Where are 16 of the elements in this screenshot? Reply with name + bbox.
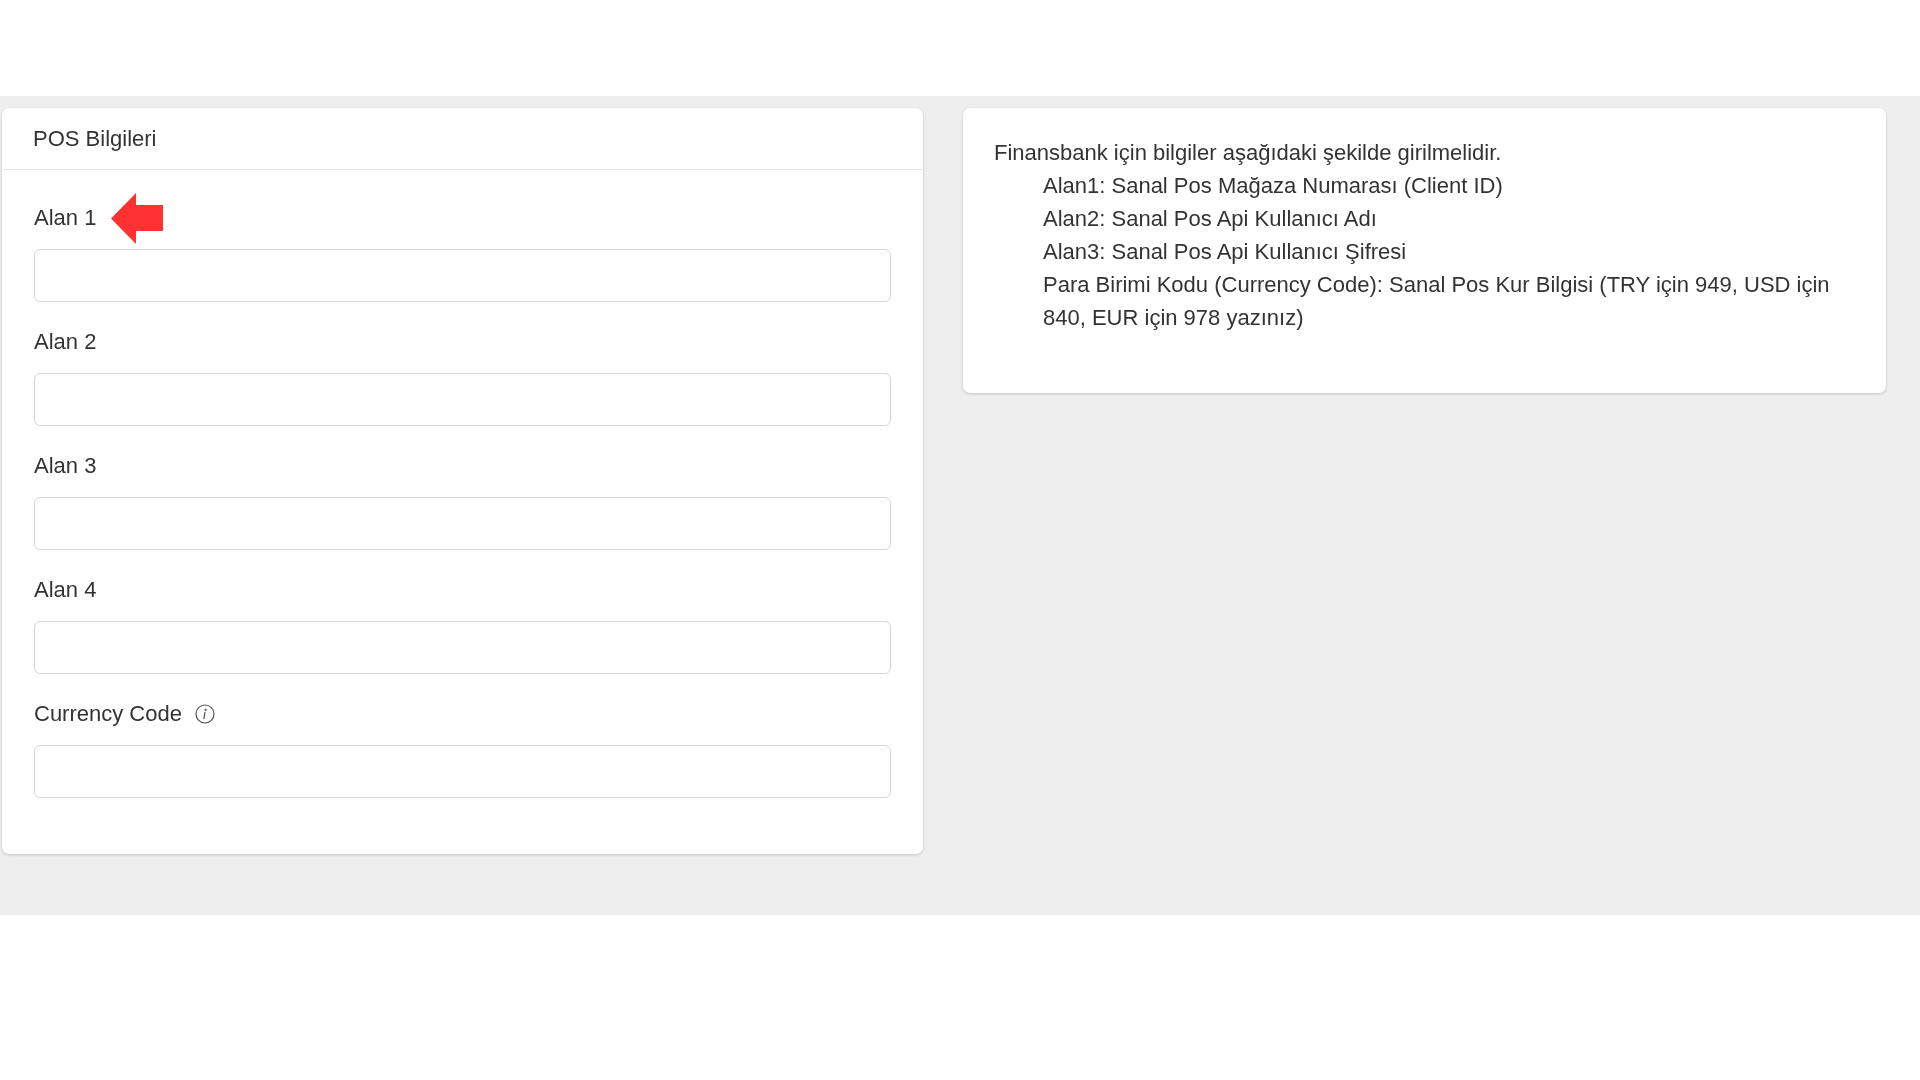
text-field[interactable] [34,497,891,550]
text-field[interactable] [34,373,891,426]
instruction-text: Finansbank için bilgiler aşağıdaki şekilde girilmelidir. [994,139,1503,167]
field-label: Alan 4 [34,578,97,602]
instruction-text: Alan1: Sanal Pos Mağaza Numarası (Client ID) [1043,172,1504,200]
instruction-text: Para Birimi Kodu (Currency Code): Sanal Pos Kur Bilgisi (TRY için 949, USD için 840, EUR için 978 yazınız) [1043,271,1831,332]
panel-title: POS Bilgileri [33,125,157,152]
text-field[interactable] [34,745,891,798]
text-field[interactable] [34,621,891,674]
instruction-text: Alan3: Sanal Pos Api Kullanıcı Şifresi [1043,238,1408,266]
instruction-text: Alan2: Sanal Pos Api Kullanıcı Adı [1043,205,1378,233]
field-label: Alan 1 [34,206,97,230]
field-label: Alan 2 [34,330,97,354]
text-field[interactable] [34,249,891,302]
field-label: Alan 3 [34,454,97,478]
field-label: Currency Code [34,702,182,726]
